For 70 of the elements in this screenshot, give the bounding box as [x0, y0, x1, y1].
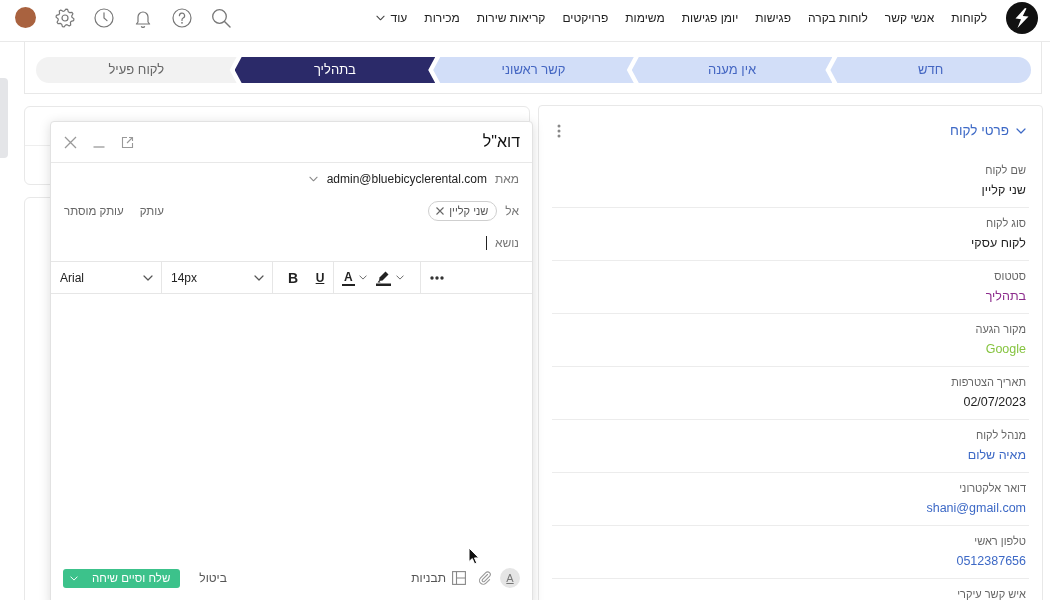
- chevron-down-icon: [70, 575, 78, 581]
- field-value[interactable]: 0512387656: [956, 552, 1026, 570]
- cancel-button[interactable]: ביטול: [199, 571, 227, 585]
- nav-item[interactable]: מכירות: [424, 8, 460, 27]
- nav-item[interactable]: קריאות שירות: [476, 8, 546, 27]
- field-value[interactable]: shani@gmail.com: [926, 499, 1026, 517]
- chevron-down-icon: [375, 14, 385, 21]
- logo-icon[interactable]: [1006, 1, 1038, 34]
- chevron-down-icon: [395, 275, 404, 280]
- field-label: מקור הגעה: [975, 322, 1026, 337]
- layout-icon: [452, 571, 466, 585]
- side-handle[interactable]: [0, 78, 8, 158]
- nav-item[interactable]: יומן פגישות: [681, 8, 739, 27]
- field-label: שם לקוח: [985, 163, 1026, 178]
- to-label: אל: [505, 204, 519, 218]
- field-value: לקוח עסקי: [971, 235, 1026, 252]
- nav-item[interactable]: פגישות: [755, 8, 791, 27]
- nav-item[interactable]: לוחות בקרה: [808, 8, 868, 27]
- field-label: טלפון ראשי: [974, 534, 1026, 549]
- settings-icon[interactable]: [55, 7, 75, 28]
- underline-button[interactable]: U: [309, 266, 331, 289]
- field-value: 02/07/2023: [963, 394, 1026, 411]
- nav-item[interactable]: פרויקטים: [562, 8, 609, 27]
- nav-item[interactable]: משימות: [625, 8, 665, 27]
- window-title: דוא"ל: [482, 133, 520, 151]
- pipeline-stage[interactable]: בתהליך: [234, 57, 436, 83]
- chevron-down-icon: [254, 274, 264, 281]
- font-dropdown[interactable]: Arial: [51, 262, 162, 293]
- section-header[interactable]: פרטי לקוח: [950, 123, 1026, 138]
- help-icon[interactable]: [172, 7, 192, 28]
- remove-icon[interactable]: [436, 207, 445, 215]
- field-label: תאריך הצטרפות: [951, 375, 1026, 390]
- pipeline-stage[interactable]: לקוח פעיל: [36, 57, 237, 83]
- chevron-down-icon: [358, 275, 367, 280]
- marker-icon: [374, 269, 392, 286]
- from-label: מאת: [494, 172, 519, 186]
- formatting-button[interactable]: A: [500, 568, 520, 588]
- paperclip-icon[interactable]: [478, 571, 492, 585]
- pipeline-stage[interactable]: חדש: [830, 57, 1031, 83]
- field-value[interactable]: מאיה שלום: [967, 446, 1026, 464]
- field-label: דואר אלקטרוני: [959, 481, 1026, 496]
- text-color-button[interactable]: A: [340, 266, 369, 289]
- popout-icon[interactable]: [121, 135, 134, 149]
- templates-button[interactable]: תבניות: [411, 571, 466, 585]
- pipeline-stage[interactable]: קשר ראשוני: [433, 57, 634, 83]
- field-value: Google: [985, 341, 1026, 358]
- font-size-dropdown[interactable]: 14px: [162, 262, 273, 293]
- cc-link[interactable]: עותק: [139, 205, 164, 217]
- chevron-down-icon: [143, 274, 153, 281]
- more-icon[interactable]: [430, 275, 444, 280]
- subject-label: נושא: [494, 236, 519, 250]
- chevron-down-icon: [308, 176, 318, 182]
- bold-button[interactable]: B: [282, 266, 304, 289]
- field-label: איש קשר עיקרי: [957, 587, 1026, 600]
- field-value: שני קליין: [981, 182, 1026, 199]
- search-icon[interactable]: [211, 7, 231, 28]
- pointer-cursor-icon: [468, 547, 480, 565]
- nav-item[interactable]: אנשי קשר: [884, 8, 935, 27]
- field-label: מנהל לקוח: [976, 428, 1026, 443]
- more-menu[interactable]: עוד: [375, 8, 408, 27]
- avatar[interactable]: [15, 7, 36, 28]
- field-label: סטטוס: [994, 269, 1026, 284]
- field-value: בתהליך: [985, 288, 1026, 305]
- clock-icon[interactable]: [94, 7, 114, 28]
- pipeline-stage[interactable]: אין מענה: [631, 57, 833, 83]
- close-icon[interactable]: [64, 135, 77, 149]
- sender-dropdown[interactable]: admin@bluebicyclerental.com: [308, 172, 487, 186]
- field-label: סוג לקוח: [985, 216, 1026, 231]
- nav-item[interactable]: לקוחות: [951, 8, 987, 27]
- bcc-link[interactable]: עותק מוסתר: [64, 205, 124, 217]
